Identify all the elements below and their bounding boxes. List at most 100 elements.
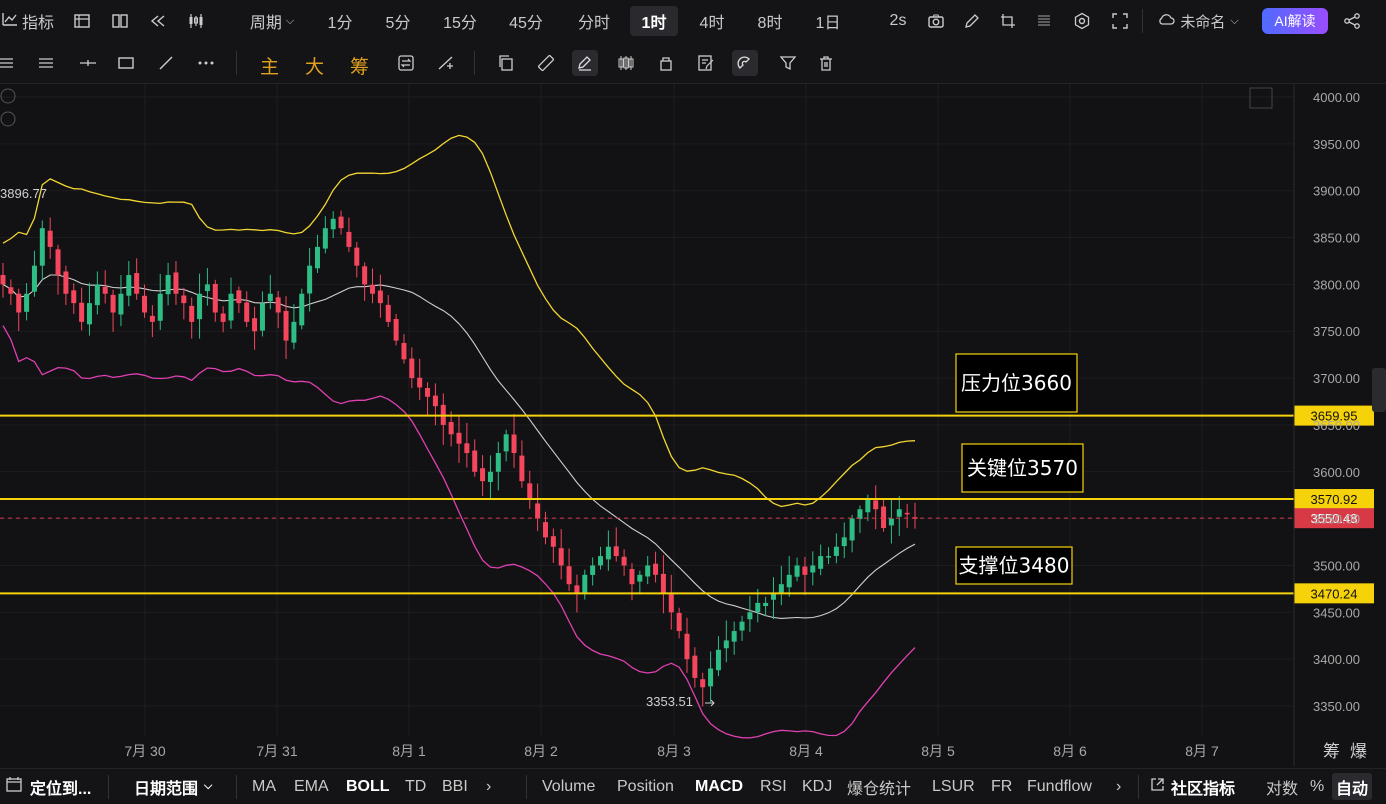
y-tick-label: 3450.00 — [1313, 605, 1360, 620]
trash-icon[interactable] — [816, 53, 836, 73]
indicator-position[interactable]: Position — [617, 769, 674, 804]
rewind-icon[interactable] — [148, 11, 168, 31]
trend-line-icon[interactable] — [156, 53, 176, 73]
date-range-dropdown[interactable]: 日期范围 ⌵ — [134, 769, 212, 804]
log-scale-toggle[interactable]: 对数 — [1266, 769, 1298, 804]
chevron-down-icon: ⌵ — [1230, 14, 1239, 27]
y-tick-label: 3550.00 — [1313, 512, 1360, 527]
main-chart-toggle[interactable]: 主 — [260, 52, 279, 79]
toolbar-divider — [1138, 775, 1139, 799]
indicator-rsi[interactable]: RSI — [760, 769, 787, 804]
percent-scale-toggle[interactable]: % — [1310, 769, 1324, 804]
interval-45m[interactable]: 45分 — [504, 0, 548, 42]
more-icon[interactable] — [196, 53, 216, 73]
share-icon[interactable] — [1342, 11, 1362, 31]
horizontal-ray-icon[interactable] — [36, 53, 56, 73]
indicators-button[interactable]: 指标 — [0, 0, 56, 42]
calendar-icon — [6, 776, 22, 797]
chip-corner-label: 筹 — [1323, 742, 1340, 762]
indicator-kdj[interactable]: KDJ — [802, 769, 832, 804]
pen-icon[interactable] — [962, 11, 982, 31]
auto-scale-toggle[interactable]: 自动 — [1332, 773, 1373, 800]
layout-icon[interactable] — [72, 11, 92, 31]
note-edit-icon[interactable] — [696, 53, 716, 73]
candle-body-down — [212, 283, 218, 313]
candle-body-down — [55, 249, 61, 276]
y-tick-label: 3750.00 — [1313, 324, 1360, 339]
ai-analysis-button[interactable]: AI解读 — [1262, 8, 1328, 34]
menu-lines-icon[interactable] — [0, 53, 18, 73]
magnet-icon[interactable] — [732, 50, 758, 76]
candle-body-down — [377, 290, 383, 304]
time-axis: 7月 30 7月 31 8月 1 8月 2 8月 3 8月 4 8月 5 8月 6 8月 7 筹爆 — [124, 742, 1367, 762]
candle-body-down — [676, 612, 682, 632]
candle-type-icon[interactable] — [186, 11, 206, 31]
chevron-right-icon[interactable]: › — [486, 769, 491, 804]
candle-body-up — [637, 574, 643, 582]
candle-body-up — [39, 228, 45, 266]
list-icon[interactable] — [1034, 11, 1054, 31]
candle-body-down — [542, 522, 548, 538]
interval-1d[interactable]: 1日 — [810, 0, 846, 42]
price-chart[interactable]: 3659.953570.923470.243550.48 4000.003950… — [0, 84, 1386, 766]
boll-lower-line — [2, 325, 916, 739]
indicator-lsur[interactable]: LSUR — [932, 769, 975, 804]
community-indicators-button[interactable]: 社区指标 — [1150, 769, 1235, 804]
chip-distribution-toggle[interactable]: 筹 — [350, 52, 369, 79]
support-annotation-text: 支撑位3480 — [959, 554, 1070, 578]
lock-icon[interactable] — [656, 53, 676, 73]
collapse-icon — [0, 88, 16, 104]
camera-icon[interactable] — [926, 11, 946, 31]
candle-body-up — [86, 303, 92, 325]
rectangle-icon[interactable] — [116, 53, 136, 73]
candle-body-up — [833, 546, 839, 556]
indicator-boll[interactable]: BOLL — [346, 769, 390, 804]
horizontal-line-icon[interactable] — [78, 53, 98, 73]
magnet-draw-icon[interactable] — [572, 50, 598, 76]
candle-body-down — [275, 297, 281, 313]
gear-icon[interactable] — [1072, 11, 1092, 31]
candle-body-up — [503, 434, 509, 452]
candle-body-down — [236, 290, 242, 304]
layout-name-dropdown[interactable]: 未命名 ⌵ — [1150, 0, 1246, 42]
interval-8h[interactable]: 8时 — [752, 0, 788, 42]
measure-icon[interactable] — [436, 53, 456, 73]
indicator-liquidation[interactable]: 爆仓统计 — [847, 769, 911, 804]
large-order-toggle[interactable]: 大 — [305, 52, 324, 79]
fullscreen-icon[interactable] — [1110, 11, 1130, 31]
interval-5m[interactable]: 5分 — [380, 0, 416, 42]
filter-icon[interactable] — [778, 53, 798, 73]
indicator-ema[interactable]: EMA — [294, 769, 329, 804]
period-dropdown[interactable]: 周期 ⌵ — [244, 0, 300, 42]
interval-1m[interactable]: 1分 — [322, 0, 358, 42]
ruler-icon[interactable] — [536, 53, 556, 73]
candle-body-up — [739, 621, 745, 631]
candle-body-up — [731, 631, 737, 642]
interval-timeline[interactable]: 分时 — [572, 0, 616, 42]
candle-body-up — [794, 565, 800, 577]
interval-4h[interactable]: 4时 — [694, 0, 730, 42]
interval-15m[interactable]: 15分 — [438, 0, 482, 42]
indicator-volume[interactable]: Volume — [542, 769, 595, 804]
candle-body-down — [149, 315, 155, 322]
swap-icon[interactable] — [396, 53, 416, 73]
chevron-right-icon[interactable]: › — [1116, 769, 1121, 804]
crop-icon[interactable] — [998, 11, 1018, 31]
indicator-fundflow[interactable]: Fundflow — [1027, 769, 1092, 804]
indicator-bbi[interactable]: BBI — [442, 769, 468, 804]
candle-compare-icon[interactable] — [616, 53, 636, 73]
indicator-fr[interactable]: FR — [991, 769, 1012, 804]
candle-body-down — [393, 319, 399, 341]
indicator-td[interactable]: TD — [405, 769, 426, 804]
locate-button[interactable]: 定位到... — [6, 769, 91, 804]
candle-body-down — [8, 287, 14, 294]
candle-body-down — [102, 286, 108, 294]
multi-chart-icon[interactable] — [110, 11, 130, 31]
interval-1h[interactable]: 1时 — [630, 6, 678, 36]
high-price-marker: 3896.77 — [0, 186, 47, 201]
indicator-macd[interactable]: MACD — [695, 769, 743, 804]
refresh-rate[interactable]: 2s — [884, 0, 912, 42]
candle-body-down — [134, 273, 140, 294]
copy-icon[interactable] — [496, 53, 516, 73]
indicator-ma[interactable]: MA — [252, 769, 276, 804]
